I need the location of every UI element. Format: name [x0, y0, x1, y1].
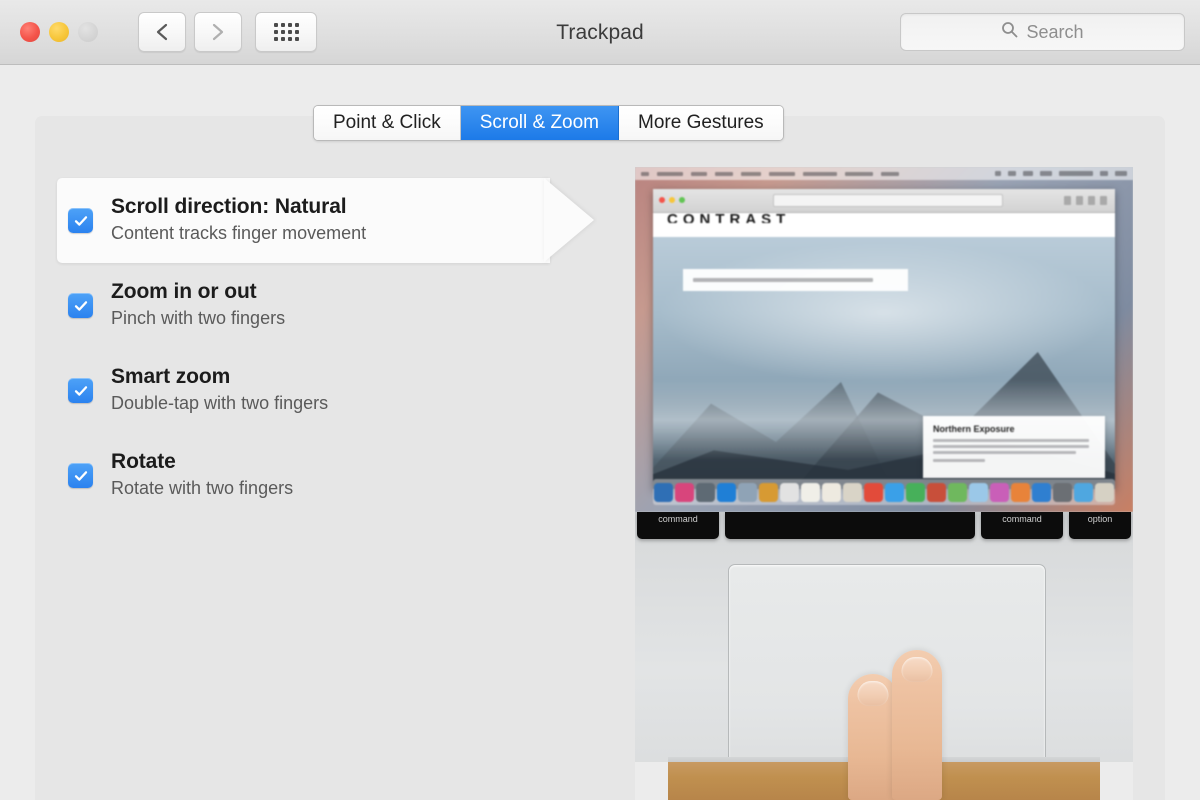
key-space	[725, 512, 975, 539]
browser-toolbar-icons	[1064, 196, 1107, 205]
option-row-smart-zoom[interactable]: Smart zoom Double-tap with two fingers	[35, 348, 615, 433]
menu-bar	[635, 167, 1133, 180]
site-hero-image: Northern Exposure	[653, 237, 1115, 489]
hand-two-fingers	[848, 650, 958, 800]
site-header: CONTRAST	[653, 211, 1115, 237]
minimize-button[interactable]	[49, 22, 69, 42]
option-subtitle: Double-tap with two fingers	[111, 393, 329, 414]
article-card-title: Northern Exposure	[933, 424, 1015, 434]
chevron-left-icon	[155, 22, 169, 42]
menu-bar-status-items	[995, 171, 1127, 176]
chevron-right-icon	[211, 22, 225, 42]
option-subtitle: Pinch with two fingers	[111, 308, 286, 329]
tab-point-and-click[interactable]: Point & Click	[314, 106, 461, 140]
grid-icon	[273, 23, 299, 41]
gesture-preview-video: CONTRAST Northern Exposure command comma…	[635, 167, 1133, 800]
show-all-button[interactable]	[255, 12, 317, 52]
checkmark-icon	[74, 300, 87, 311]
option-title: Zoom in or out	[111, 280, 257, 304]
dock	[653, 479, 1115, 505]
browser-toolbar	[653, 189, 1115, 213]
zoom-button[interactable]	[78, 22, 98, 42]
forward-button[interactable]	[194, 12, 242, 52]
site-logo: CONTRAST	[667, 211, 791, 223]
search-placeholder: Search	[1026, 21, 1084, 42]
checkbox-zoom-in-or-out[interactable]	[68, 293, 93, 318]
back-button[interactable]	[138, 12, 186, 52]
browser-window: CONTRAST Northern Exposure	[653, 189, 1115, 489]
desk-mask-left	[635, 762, 668, 800]
key-option: option	[1069, 512, 1131, 539]
option-subtitle: Content tracks finger movement	[111, 223, 367, 244]
navigation-buttons	[138, 12, 242, 52]
key-command-right: command	[981, 512, 1063, 539]
search-field[interactable]: Search	[900, 13, 1185, 51]
option-title: Rotate	[111, 450, 176, 474]
checkbox-rotate[interactable]	[68, 463, 93, 488]
browser-address-bar	[773, 194, 1003, 207]
trackpad-photo: command command option	[635, 512, 1133, 800]
article-card: Northern Exposure	[923, 416, 1105, 478]
keyboard-bottom-row: command command option	[635, 512, 1133, 542]
preview-screen: CONTRAST Northern Exposure	[635, 167, 1133, 512]
checkbox-scroll-direction[interactable]	[68, 208, 93, 233]
tab-scroll-and-zoom[interactable]: Scroll & Zoom	[460, 106, 620, 140]
checkbox-smart-zoom[interactable]	[68, 378, 93, 403]
option-row-scroll-direction[interactable]: Scroll direction: Natural Content tracks…	[35, 178, 615, 263]
tab-bar: Point & Click Scroll & Zoom More Gesture…	[313, 105, 784, 141]
option-title: Scroll direction: Natural	[111, 195, 347, 219]
finger-middle	[892, 650, 942, 800]
title-bar: Trackpad Search	[0, 0, 1200, 65]
gesture-options-list: Scroll direction: Natural Content tracks…	[35, 178, 615, 518]
traffic-lights	[20, 22, 98, 42]
option-subtitle: Rotate with two fingers	[111, 478, 294, 499]
checkmark-icon	[74, 385, 87, 396]
site-search-overlay	[683, 269, 908, 291]
search-icon	[1001, 21, 1018, 43]
finger-index	[848, 674, 898, 800]
desk-mask-right	[1100, 762, 1133, 800]
checkmark-icon	[74, 215, 87, 226]
checkmark-icon	[74, 470, 87, 481]
option-row-rotate[interactable]: Rotate Rotate with two fingers	[35, 433, 615, 518]
key-command-left: command	[637, 512, 719, 539]
browser-traffic-lights	[659, 197, 685, 203]
option-title: Smart zoom	[111, 365, 231, 389]
option-row-zoom-in-or-out[interactable]: Zoom in or out Pinch with two fingers	[35, 263, 615, 348]
tab-more-gestures[interactable]: More Gestures	[619, 106, 783, 140]
close-button[interactable]	[20, 22, 40, 42]
trackpad-preferences-window: Trackpad Search Point & Click Scroll & Z…	[0, 0, 1200, 800]
